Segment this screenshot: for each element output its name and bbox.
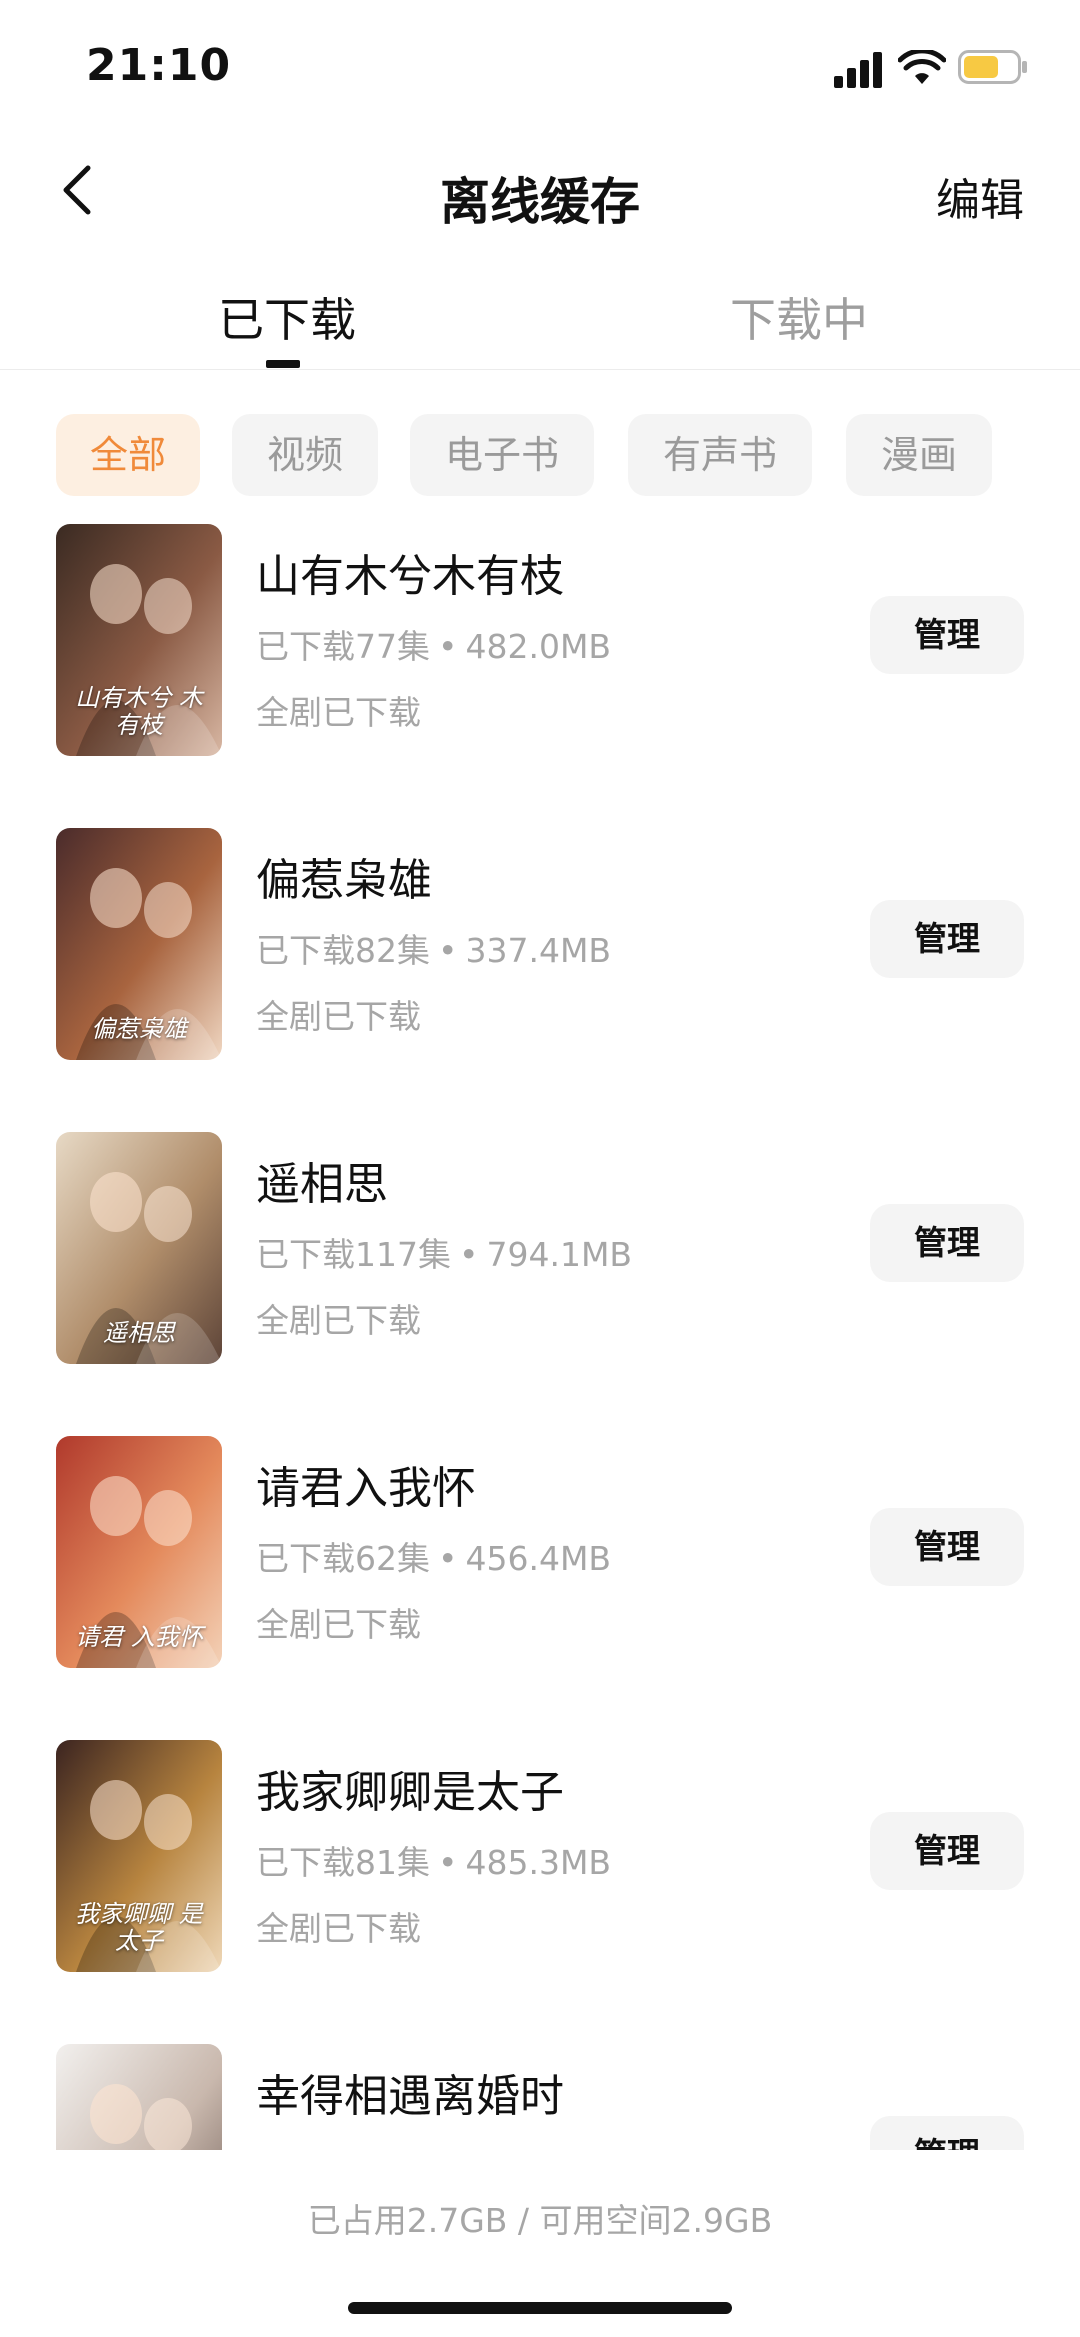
item-title: 遥相思 bbox=[256, 1159, 388, 1210]
page-title: 离线缓存 bbox=[440, 173, 640, 231]
item-meta: 已下载117集 • 794.1MB bbox=[256, 1228, 632, 1276]
cover-title-art: 偏惹枭雄 bbox=[91, 1014, 187, 1043]
cover-title-art: 我家卿卿 是太子 bbox=[75, 1900, 203, 1955]
cover-image[interactable]: 请君 入我怀 bbox=[56, 1436, 222, 1668]
filter-all[interactable]: 全部 bbox=[56, 414, 200, 496]
filter-ebook[interactable]: 电子书 bbox=[410, 414, 594, 496]
episode-count: 已下载62集 bbox=[256, 1539, 430, 1578]
tab-bar: 已下载 下载中 bbox=[0, 270, 1080, 370]
signal-icon bbox=[834, 52, 882, 88]
filter-audiobook[interactable]: 有声书 bbox=[628, 414, 812, 496]
item-title: 偏惹枭雄 bbox=[256, 855, 432, 906]
download-status: 全剧已下载 bbox=[256, 1605, 421, 1644]
cover-image[interactable]: 遥相思 bbox=[56, 1132, 222, 1364]
list-item[interactable]: 请君 入我怀 请君入我怀已下载62集 • 456.4MB 全剧已下载 管理 bbox=[0, 1436, 1080, 1670]
tab-downloading[interactable]: 下载中 bbox=[730, 284, 868, 350]
footer: 已占用2.7GB / 可用空间2.9GB bbox=[0, 2150, 1080, 2337]
list-item[interactable]: 我家卿卿 是太子 我家卿卿是太子 已下载81集 • 485.3MB 全剧已下载 管理 bbox=[0, 1740, 1080, 1974]
edit-button[interactable]: 编辑 bbox=[936, 164, 1024, 228]
cover-title-art: 请君 入我怀 bbox=[75, 1622, 203, 1651]
item-meta: 已下载62集 • 456.4MB bbox=[256, 1532, 611, 1580]
item-title: 我家卿卿是太子 bbox=[256, 1767, 564, 1818]
storage-info: 已占用2.7GB / 可用空间2.9GB bbox=[307, 2201, 773, 2240]
battery-icon bbox=[958, 50, 1027, 84]
manage-button[interactable]: 管理 bbox=[870, 2116, 1024, 2150]
episode-count: 已下载82集 bbox=[256, 931, 430, 970]
manage-button[interactable]: 管理 bbox=[870, 1812, 1024, 1890]
file-size: 485.3MB bbox=[465, 1843, 612, 1882]
separator-dot: • bbox=[438, 1843, 458, 1882]
episode-count: 已下载81集 bbox=[256, 1843, 430, 1882]
separator-dot: • bbox=[438, 627, 458, 666]
list-item[interactable]: 幸得相遇离婚时管理 bbox=[0, 2044, 1080, 2150]
separator-dot: • bbox=[438, 1539, 458, 1578]
item-meta: 已下载82集 • 337.4MB bbox=[256, 924, 611, 972]
download-status: 全剧已下载 bbox=[256, 997, 421, 1036]
item-title: 山有木兮木有枝 bbox=[256, 551, 564, 602]
separator-dot: • bbox=[459, 1235, 479, 1274]
cover-title-art: 遥相思 bbox=[103, 1318, 175, 1347]
cover-title-art: 山有木兮 木有枝 bbox=[75, 684, 203, 739]
file-size: 456.4MB bbox=[465, 1539, 612, 1578]
tab-indicator bbox=[266, 360, 300, 368]
cover-image[interactable]: 山有木兮 木有枝 bbox=[56, 524, 222, 756]
list-item[interactable]: 遥相思 遥相思 已下载117集 • 794.1MB 全剧已下载 管理 bbox=[0, 1132, 1080, 1366]
status-bar: 21:10 bbox=[0, 0, 1080, 130]
item-meta: 已下载77集 • 482.0MB bbox=[256, 620, 611, 668]
filter-chips: 全部 视频 电子书 有声书 漫画 bbox=[0, 414, 1080, 496]
tab-downloaded[interactable]: 已下载 bbox=[218, 284, 356, 350]
episode-count: 已下载117集 bbox=[256, 1235, 451, 1274]
manage-button[interactable]: 管理 bbox=[870, 1508, 1024, 1586]
item-title: 幸得相遇离婚时 bbox=[256, 2071, 564, 2122]
nav-bar: 离线缓存 编辑 bbox=[0, 140, 1080, 240]
download-list: 山有木兮 木有枝 山有木兮木有枝 已下载77集 • 482.0MB 全剧已下载 管理 偏惹枭雄… bbox=[0, 524, 1080, 2150]
home-indicator bbox=[348, 2302, 732, 2314]
item-meta: 已下载81集 • 485.3MB bbox=[256, 1836, 611, 1884]
status-time: 21:10 bbox=[86, 40, 232, 91]
list-item[interactable]: 山有木兮 木有枝 山有木兮木有枝 已下载77集 • 482.0MB 全剧已下载 管理 bbox=[0, 524, 1080, 758]
manage-button[interactable]: 管理 bbox=[870, 596, 1024, 674]
manage-button[interactable]: 管理 bbox=[870, 900, 1024, 978]
download-status: 全剧已下载 bbox=[256, 1301, 421, 1340]
separator-dot: • bbox=[438, 931, 458, 970]
list-item[interactable]: 偏惹枭雄 偏惹枭雄 已下载82集 • 337.4MB 全剧已下载 管理 bbox=[0, 828, 1080, 1062]
cover-image[interactable]: 我家卿卿 是太子 bbox=[56, 1740, 222, 1972]
cover-image[interactable] bbox=[56, 2044, 222, 2150]
filter-video[interactable]: 视频 bbox=[232, 414, 378, 496]
manage-button[interactable]: 管理 bbox=[870, 1204, 1024, 1282]
file-size: 482.0MB bbox=[465, 627, 612, 666]
file-size: 794.1MB bbox=[486, 1235, 633, 1274]
download-status: 全剧已下载 bbox=[256, 693, 421, 732]
filter-comic[interactable]: 漫画 bbox=[846, 414, 992, 496]
download-status: 全剧已下载 bbox=[256, 1909, 421, 1948]
cover-image[interactable]: 偏惹枭雄 bbox=[56, 828, 222, 1060]
item-title: 请君入我怀 bbox=[256, 1463, 476, 1514]
episode-count: 已下载77集 bbox=[256, 627, 430, 666]
file-size: 337.4MB bbox=[465, 931, 612, 970]
wifi-icon bbox=[898, 50, 946, 84]
